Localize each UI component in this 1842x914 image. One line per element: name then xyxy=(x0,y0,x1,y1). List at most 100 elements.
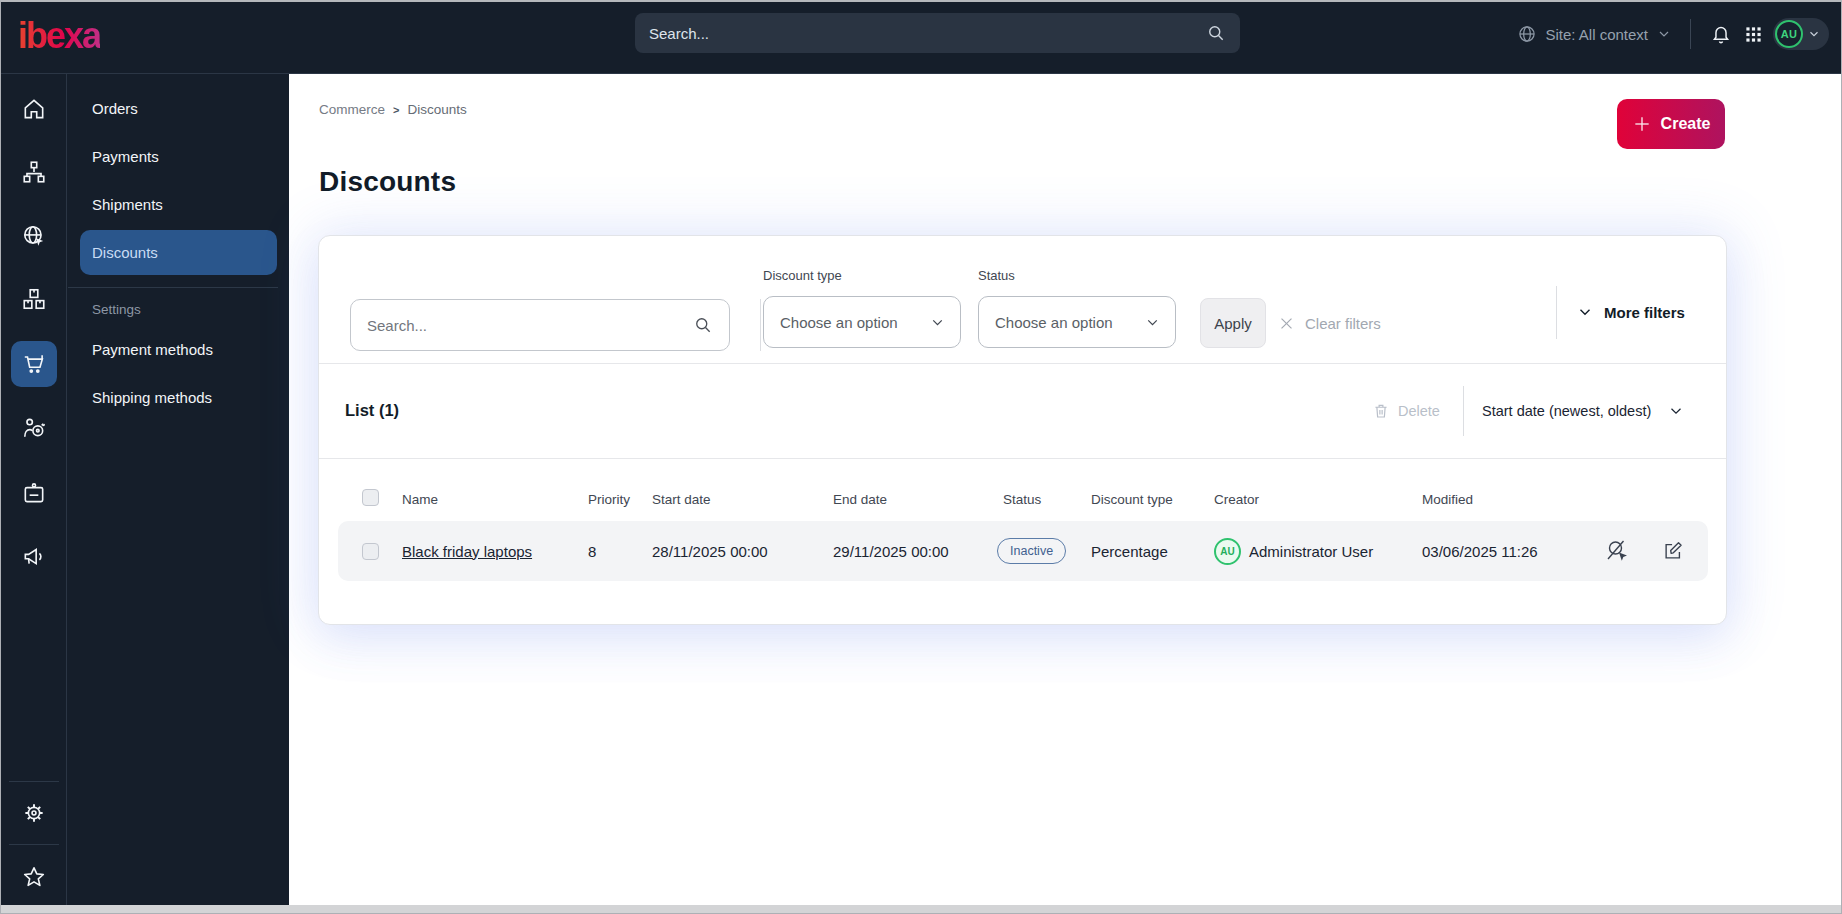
sidebar-item-admin[interactable] xyxy=(11,790,57,836)
more-filters-button[interactable]: More filters xyxy=(1576,288,1685,336)
clear-filters-label: Clear filters xyxy=(1305,315,1381,332)
chevron-down-icon xyxy=(1656,26,1672,42)
menu-item-label: Shipping methods xyxy=(92,389,212,406)
global-search[interactable] xyxy=(635,13,1240,53)
row-checkbox[interactable] xyxy=(362,521,379,581)
chevron-down-icon xyxy=(1144,314,1161,331)
card-divider xyxy=(319,458,1726,459)
chevron-down-icon xyxy=(1576,303,1594,321)
sidebar-item-bookmarks[interactable] xyxy=(11,854,57,900)
sidebar-item-products[interactable] xyxy=(11,276,57,322)
topbar: ibexa Site: All context AU xyxy=(1,2,1841,74)
id-badge-icon xyxy=(21,480,47,506)
menu-item-shipping-methods[interactable]: Shipping methods xyxy=(80,375,277,420)
sidebar-item-corporate[interactable] xyxy=(11,470,57,516)
column-header-priority[interactable]: Priority xyxy=(588,492,630,507)
sidebar-item-customers[interactable] xyxy=(11,405,57,451)
menu-item-shipments[interactable]: Shipments xyxy=(80,182,277,227)
list-title: List (1) xyxy=(345,401,399,420)
breadcrumb-discounts[interactable]: Discounts xyxy=(407,102,466,117)
global-search-input[interactable] xyxy=(649,25,1206,42)
edit-icon xyxy=(1662,540,1684,562)
user-menu[interactable]: AU xyxy=(1773,18,1829,50)
column-header-status[interactable]: Status xyxy=(1003,492,1041,507)
globe-icon xyxy=(1517,24,1537,44)
column-header-end-date[interactable]: End date xyxy=(833,492,887,507)
megaphone-icon xyxy=(21,543,47,569)
create-button[interactable]: Create xyxy=(1617,99,1725,149)
search-icon xyxy=(693,315,713,335)
menu-item-label: Payments xyxy=(92,148,159,165)
discount-type-value: Choose an option xyxy=(780,314,898,331)
menu-item-payment-methods[interactable]: Payment methods xyxy=(80,327,277,372)
breadcrumb-commerce[interactable]: Commerce xyxy=(319,102,385,117)
creator-avatar: AU xyxy=(1214,521,1241,581)
list-header-divider xyxy=(1463,386,1464,436)
close-icon xyxy=(1278,315,1295,332)
apply-button[interactable]: Apply xyxy=(1200,298,1266,348)
sort-label: Start date (newest, oldest) xyxy=(1482,403,1651,419)
notifications-button[interactable] xyxy=(1709,19,1733,49)
main-content: Commerce > Discounts Create Discounts Di… xyxy=(289,74,1841,905)
discounts-card: Discount type Choose an option Status Ch… xyxy=(318,235,1727,625)
sort-dropdown[interactable]: Start date (newest, oldest) xyxy=(1482,396,1685,426)
bell-icon xyxy=(1710,23,1732,45)
topbar-divider xyxy=(1690,19,1691,49)
status-select[interactable]: Choose an option xyxy=(978,296,1176,348)
search-icon[interactable] xyxy=(1206,23,1226,43)
menu-item-payments[interactable]: Payments xyxy=(80,134,277,179)
sidebar-item-content[interactable] xyxy=(11,149,57,195)
menu-item-orders[interactable]: Orders xyxy=(80,86,277,131)
chevron-down-icon xyxy=(1807,27,1821,41)
menu-section-label: Settings xyxy=(92,302,141,317)
menu-item-label: Payment methods xyxy=(92,341,213,358)
discount-type-select[interactable]: Choose an option xyxy=(763,296,961,348)
column-header-start-date[interactable]: Start date xyxy=(652,492,711,507)
end-date-cell: 29/11/2025 00:00 xyxy=(833,521,949,581)
column-header-modified[interactable]: Modified xyxy=(1422,492,1473,507)
grid-icon xyxy=(1744,25,1763,44)
gear-icon xyxy=(21,800,47,826)
discount-name-link[interactable]: Black friday laptops xyxy=(402,521,532,581)
menu-item-label: Shipments xyxy=(92,196,163,213)
deactivate-button[interactable] xyxy=(1606,521,1630,581)
rail-divider xyxy=(9,781,59,782)
delete-button[interactable]: Delete xyxy=(1372,396,1440,426)
priority-cell: 8 xyxy=(588,521,596,581)
rail-divider xyxy=(9,844,59,845)
edit-button[interactable] xyxy=(1662,521,1684,581)
creator-cell: Administrator User xyxy=(1249,521,1373,581)
status-value: Choose an option xyxy=(995,314,1113,331)
select-all-checkbox[interactable] xyxy=(362,489,379,506)
modified-cell: 03/06/2025 11:26 xyxy=(1422,521,1538,581)
breadcrumb-separator: > xyxy=(393,104,399,116)
column-header-discount-type[interactable]: Discount type xyxy=(1091,492,1173,507)
card-divider xyxy=(319,363,1726,364)
menu-item-discounts[interactable]: Discounts xyxy=(80,230,277,275)
filter-search-input[interactable] xyxy=(367,317,693,334)
site-context-selector[interactable]: Site: All context xyxy=(1517,24,1672,44)
plus-icon xyxy=(1632,114,1652,134)
start-date-cell: 28/11/2025 00:00 xyxy=(652,521,768,581)
deactivate-icon xyxy=(1606,539,1630,563)
menu-divider xyxy=(68,287,278,288)
column-header-creator[interactable]: Creator xyxy=(1214,492,1259,507)
apps-menu-button[interactable] xyxy=(1741,19,1765,49)
sidebar-item-marketing[interactable] xyxy=(11,533,57,579)
create-button-label: Create xyxy=(1661,115,1711,133)
filter-divider xyxy=(760,299,761,351)
app-window: ibexa Site: All context AU xyxy=(0,0,1842,914)
menu-item-label: Discounts xyxy=(92,244,158,261)
column-header-name[interactable]: Name xyxy=(402,492,438,507)
boxes-icon xyxy=(21,286,47,312)
filter-divider xyxy=(1556,286,1557,339)
customer-target-icon xyxy=(21,415,47,441)
filter-search[interactable] xyxy=(350,299,730,351)
clear-filters-button[interactable]: Clear filters xyxy=(1278,298,1381,348)
discount-type-label: Discount type xyxy=(763,268,842,283)
sidebar-item-commerce[interactable] xyxy=(11,341,57,387)
menu-item-label: Orders xyxy=(92,100,138,117)
sidebar-item-site[interactable] xyxy=(11,213,57,259)
sidebar-item-dashboard[interactable] xyxy=(11,86,57,132)
ibexa-logo[interactable]: ibexa xyxy=(18,15,100,57)
